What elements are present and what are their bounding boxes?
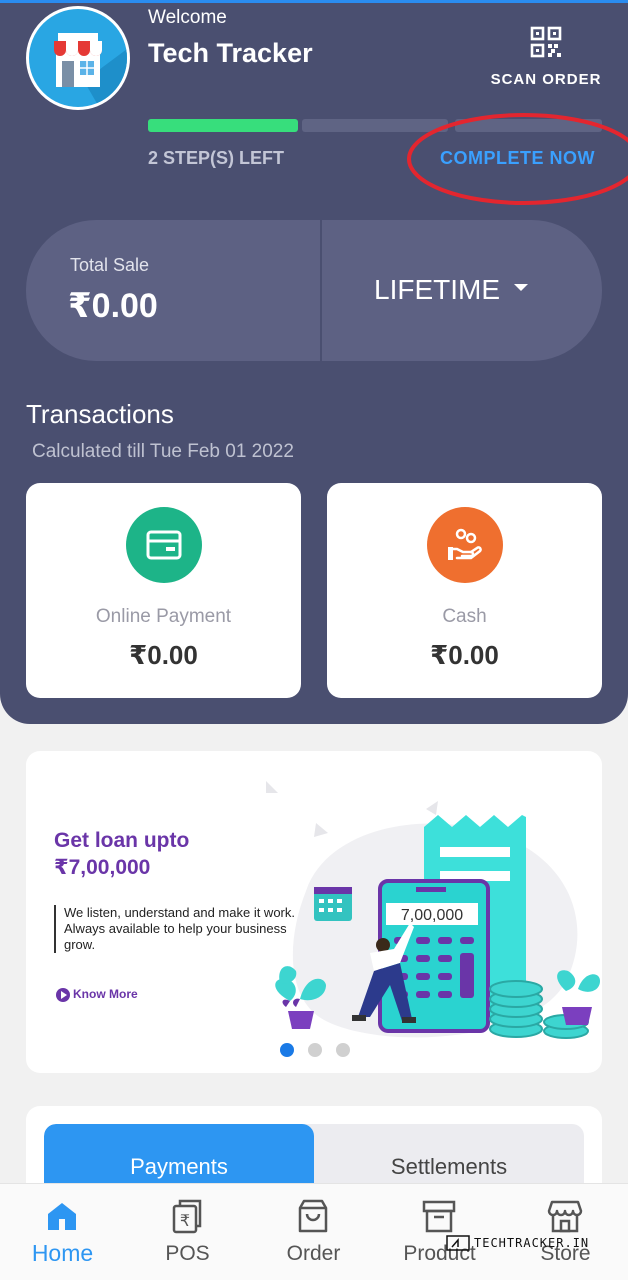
transactions-subtitle: Calculated till Tue Feb 01 2022 (32, 441, 294, 462)
loan-banner[interactable]: Get loan upto ₹7,00,000 We listen, under… (26, 751, 602, 1073)
svg-text:₹: ₹ (180, 1211, 190, 1230)
bottom-nav: Home ₹ POS Order Product Store (0, 1183, 628, 1280)
loan-title: Get loan upto (54, 829, 190, 852)
store-icon (547, 1200, 583, 1233)
carousel-dot-3[interactable] (336, 1043, 350, 1057)
shop-name: Tech Tracker (148, 38, 313, 68)
card-icon (126, 507, 202, 583)
order-bag-icon (298, 1199, 328, 1233)
loan-illustration: 7,00,000 (266, 781, 600, 1039)
nav-store[interactable]: Store (503, 1184, 628, 1280)
play-icon (56, 987, 70, 1002)
online-payment-label: Online Payment (95, 606, 232, 627)
cash-label: Cash (442, 606, 487, 627)
transactions-title: Transactions (26, 399, 174, 429)
store-avatar[interactable] (26, 6, 130, 110)
know-more-label: Know More (73, 987, 138, 1001)
caret-down-icon (514, 284, 528, 291)
nav-product[interactable]: Product (377, 1184, 502, 1280)
nav-order-label: Order (286, 1242, 341, 1265)
total-sale-label: Total Sale (70, 255, 150, 275)
setup-progress-fill (148, 119, 298, 132)
nav-pos[interactable]: ₹ POS (125, 1184, 250, 1280)
product-box-icon (422, 1200, 456, 1233)
scan-order-label: SCAN ORDER (490, 71, 602, 88)
cash-hand-icon (427, 507, 503, 583)
online-payment-value: ₹0.00 (129, 640, 198, 670)
nav-home-label: Home (31, 1240, 94, 1266)
cash-card[interactable]: Cash ₹0.00 (327, 483, 602, 698)
carousel-dot-1[interactable] (280, 1043, 294, 1057)
header-panel: Welcome Tech Tracker SCAN ORDER 2 STEP(S… (0, 0, 628, 724)
welcome-text: Welcome (148, 7, 227, 28)
pos-icon: ₹ (172, 1199, 202, 1234)
carousel-dot-2[interactable] (308, 1043, 322, 1057)
watermark-logo-icon (446, 1235, 470, 1251)
period-dropdown[interactable]: LIFETIME (322, 220, 602, 361)
steps-left-text: 2 STEP(S) LEFT (148, 148, 285, 168)
home-icon (48, 1203, 76, 1230)
total-sale-box: Total Sale ₹0.00 LIFETIME (26, 220, 602, 361)
qr-code-icon (530, 26, 562, 58)
loan-description: We listen, understand and make it work. … (54, 905, 300, 953)
red-highlight-circle (407, 113, 628, 205)
carousel-dots (280, 1043, 350, 1057)
top-accent-line (0, 0, 628, 3)
period-label: LIFETIME (374, 274, 501, 305)
nav-pos-label: POS (165, 1242, 210, 1265)
online-payment-card[interactable]: Online Payment ₹0.00 (26, 483, 301, 698)
total-sale-value: ₹0.00 (68, 287, 158, 325)
nav-order[interactable]: Order (251, 1184, 376, 1280)
cash-value: ₹0.00 (430, 640, 499, 670)
scan-order-button[interactable]: SCAN ORDER (486, 24, 606, 94)
watermark: TECHTRACKER.IN (446, 1234, 589, 1252)
know-more-link[interactable]: Know More (56, 987, 138, 1002)
illustration-amount: 7,00,000 (401, 907, 463, 924)
nav-home[interactable]: Home (0, 1184, 125, 1280)
watermark-text: TECHTRACKER.IN (474, 1236, 590, 1250)
loan-amount: ₹7,00,000 (54, 856, 151, 879)
